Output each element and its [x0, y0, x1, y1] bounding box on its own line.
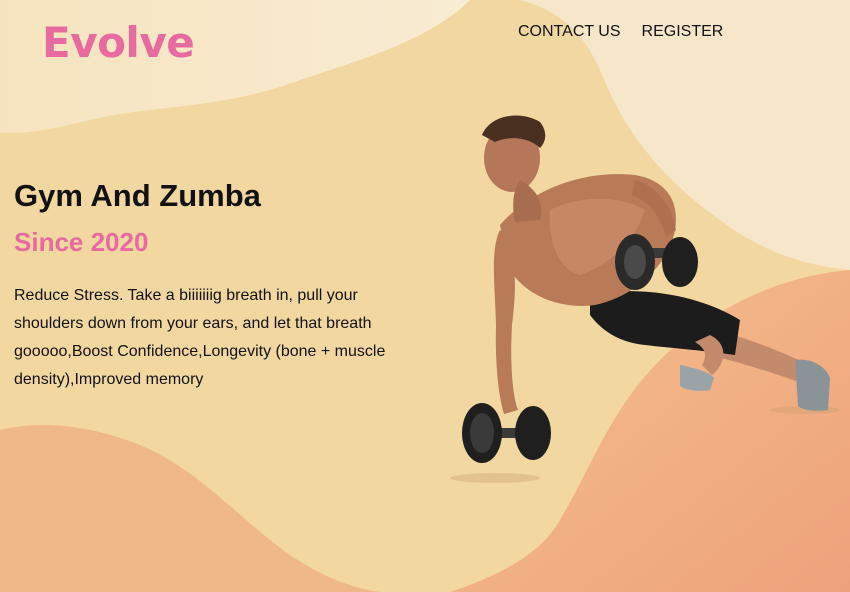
brand-logo[interactable]: Evolve	[42, 18, 195, 67]
hero-subtitle: Since 2020	[14, 227, 149, 257]
hero-title: Gym And Zumba	[14, 178, 261, 213]
nav-contact-us[interactable]: CONTACT US	[518, 23, 621, 41]
nav-register[interactable]: REGISTER	[642, 23, 724, 41]
top-nav: CONTACT US REGISTER	[518, 23, 723, 41]
hero-description: Reduce Stress. Take a biiiiiiig breath i…	[14, 287, 386, 388]
athlete-pushup-image	[450, 115, 840, 483]
